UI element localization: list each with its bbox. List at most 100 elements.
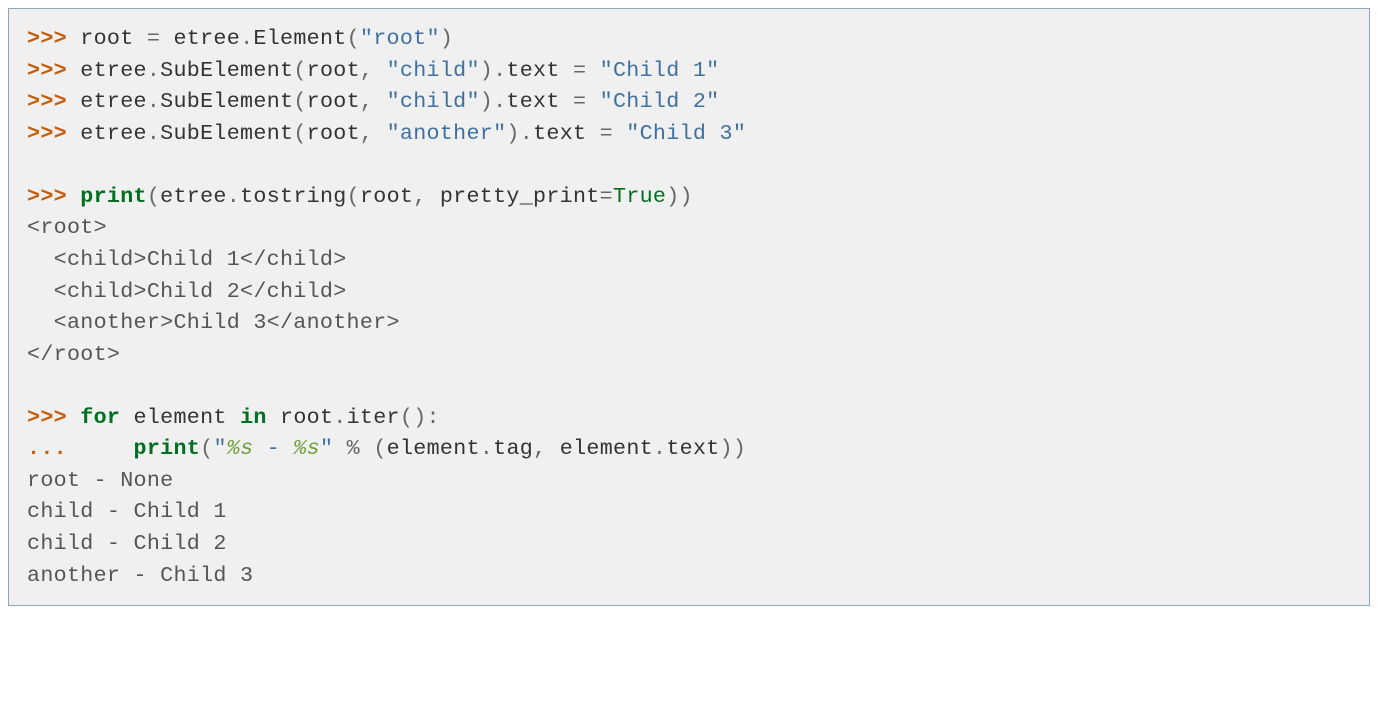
output-line: child - Child 2 bbox=[27, 528, 1351, 560]
repl-prompt: >>> bbox=[27, 58, 80, 83]
code-token: tostring bbox=[240, 184, 347, 209]
punct-token: )) bbox=[666, 184, 693, 209]
keyword-token: in bbox=[240, 405, 267, 430]
punct-token: . bbox=[653, 436, 666, 461]
repl-prompt: >>> bbox=[27, 26, 80, 51]
format-spec-token: %s bbox=[293, 436, 320, 461]
punct-token: = bbox=[600, 184, 613, 209]
string-token: "root" bbox=[360, 26, 440, 51]
code-token: SubElement bbox=[160, 58, 293, 83]
keyword-token: for bbox=[80, 405, 120, 430]
punct-token: , bbox=[533, 436, 546, 461]
string-token: "Child 1" bbox=[600, 58, 720, 83]
code-token: etree bbox=[160, 26, 240, 51]
code-token: root bbox=[267, 405, 334, 430]
punct-token: ( bbox=[147, 184, 160, 209]
code-token: pretty_print bbox=[427, 184, 600, 209]
keyword-token: print bbox=[80, 184, 147, 209]
string-token: " bbox=[320, 436, 333, 461]
code-token: etree bbox=[80, 58, 147, 83]
punct-token: ). bbox=[480, 58, 507, 83]
format-spec-token: %s bbox=[227, 436, 254, 461]
punct-token: = bbox=[573, 58, 586, 83]
punct-token: )) bbox=[720, 436, 747, 461]
code-token: root bbox=[307, 58, 360, 83]
blank-line bbox=[27, 149, 1351, 181]
output-line: </root> bbox=[27, 339, 1351, 371]
punct-token: . bbox=[333, 405, 346, 430]
punct-token: ( bbox=[293, 58, 306, 83]
output-line: <another>Child 3</another> bbox=[27, 307, 1351, 339]
output-line: child - Child 1 bbox=[27, 496, 1351, 528]
punct-token: . bbox=[147, 121, 160, 146]
repl-prompt: >>> bbox=[27, 121, 80, 146]
code-token: Element bbox=[253, 26, 346, 51]
punct-token: , bbox=[360, 121, 373, 146]
code-token: root bbox=[360, 184, 413, 209]
output-line: <root> bbox=[27, 212, 1351, 244]
punct-token: ( bbox=[347, 26, 360, 51]
code-token bbox=[333, 436, 346, 461]
punct-token: ). bbox=[480, 89, 507, 114]
code-token: etree bbox=[80, 89, 147, 114]
punct-token: = bbox=[147, 26, 160, 51]
code-token bbox=[360, 436, 373, 461]
punct-token: ( bbox=[347, 184, 360, 209]
code-token: element bbox=[546, 436, 653, 461]
code-token bbox=[373, 58, 386, 83]
code-token bbox=[613, 121, 626, 146]
code-token bbox=[80, 436, 133, 461]
punct-token: = bbox=[600, 121, 613, 146]
punct-token: , bbox=[360, 89, 373, 114]
code-token: SubElement bbox=[160, 121, 293, 146]
code-line: >>> print(etree.tostring(root, pretty_pr… bbox=[27, 181, 1351, 213]
output-line: another - Child 3 bbox=[27, 560, 1351, 592]
punct-token: ( bbox=[293, 121, 306, 146]
code-token: text bbox=[506, 58, 573, 83]
punct-token: (): bbox=[400, 405, 440, 430]
code-line: >>> etree.SubElement(root, "child").text… bbox=[27, 55, 1351, 87]
repl-prompt: >>> bbox=[27, 405, 80, 430]
blank-line bbox=[27, 370, 1351, 402]
code-token: iter bbox=[347, 405, 400, 430]
code-line: >>> etree.SubElement(root, "child").text… bbox=[27, 86, 1351, 118]
string-token: "child" bbox=[387, 89, 480, 114]
punct-token: = bbox=[573, 89, 586, 114]
code-line: >>> etree.SubElement(root, "another").te… bbox=[27, 118, 1351, 150]
punct-token: ) bbox=[440, 26, 453, 51]
string-token: - bbox=[253, 436, 293, 461]
punct-token: . bbox=[147, 58, 160, 83]
code-token: SubElement bbox=[160, 89, 293, 114]
repl-prompt: >>> bbox=[27, 89, 80, 114]
code-token: root bbox=[307, 89, 360, 114]
punct-token: ( bbox=[200, 436, 213, 461]
string-token: "Child 2" bbox=[600, 89, 720, 114]
code-token bbox=[373, 89, 386, 114]
constant-token: True bbox=[613, 184, 666, 209]
code-token: etree bbox=[160, 184, 227, 209]
code-block: >>> root = etree.Element("root")>>> etre… bbox=[8, 8, 1370, 606]
punct-token: . bbox=[227, 184, 240, 209]
output-line: <child>Child 1</child> bbox=[27, 244, 1351, 276]
string-token: "Child 3" bbox=[626, 121, 746, 146]
punct-token: ( bbox=[293, 89, 306, 114]
code-token: text bbox=[666, 436, 719, 461]
punct-token: . bbox=[147, 89, 160, 114]
code-token: text bbox=[506, 89, 573, 114]
punct-token: . bbox=[480, 436, 493, 461]
output-line: root - None bbox=[27, 465, 1351, 497]
code-line: >>> for element in root.iter(): bbox=[27, 402, 1351, 434]
code-token: etree bbox=[80, 121, 147, 146]
string-token: " bbox=[213, 436, 226, 461]
code-token bbox=[586, 89, 599, 114]
repl-prompt: >>> bbox=[27, 184, 80, 209]
code-line: >>> root = etree.Element("root") bbox=[27, 23, 1351, 55]
string-token: "child" bbox=[387, 58, 480, 83]
output-line: <child>Child 2</child> bbox=[27, 276, 1351, 308]
code-token: element bbox=[387, 436, 480, 461]
code-token: root bbox=[80, 26, 147, 51]
punct-token: % bbox=[347, 436, 360, 461]
code-token: tag bbox=[493, 436, 533, 461]
punct-token: ( bbox=[373, 436, 386, 461]
code-token: text bbox=[533, 121, 600, 146]
